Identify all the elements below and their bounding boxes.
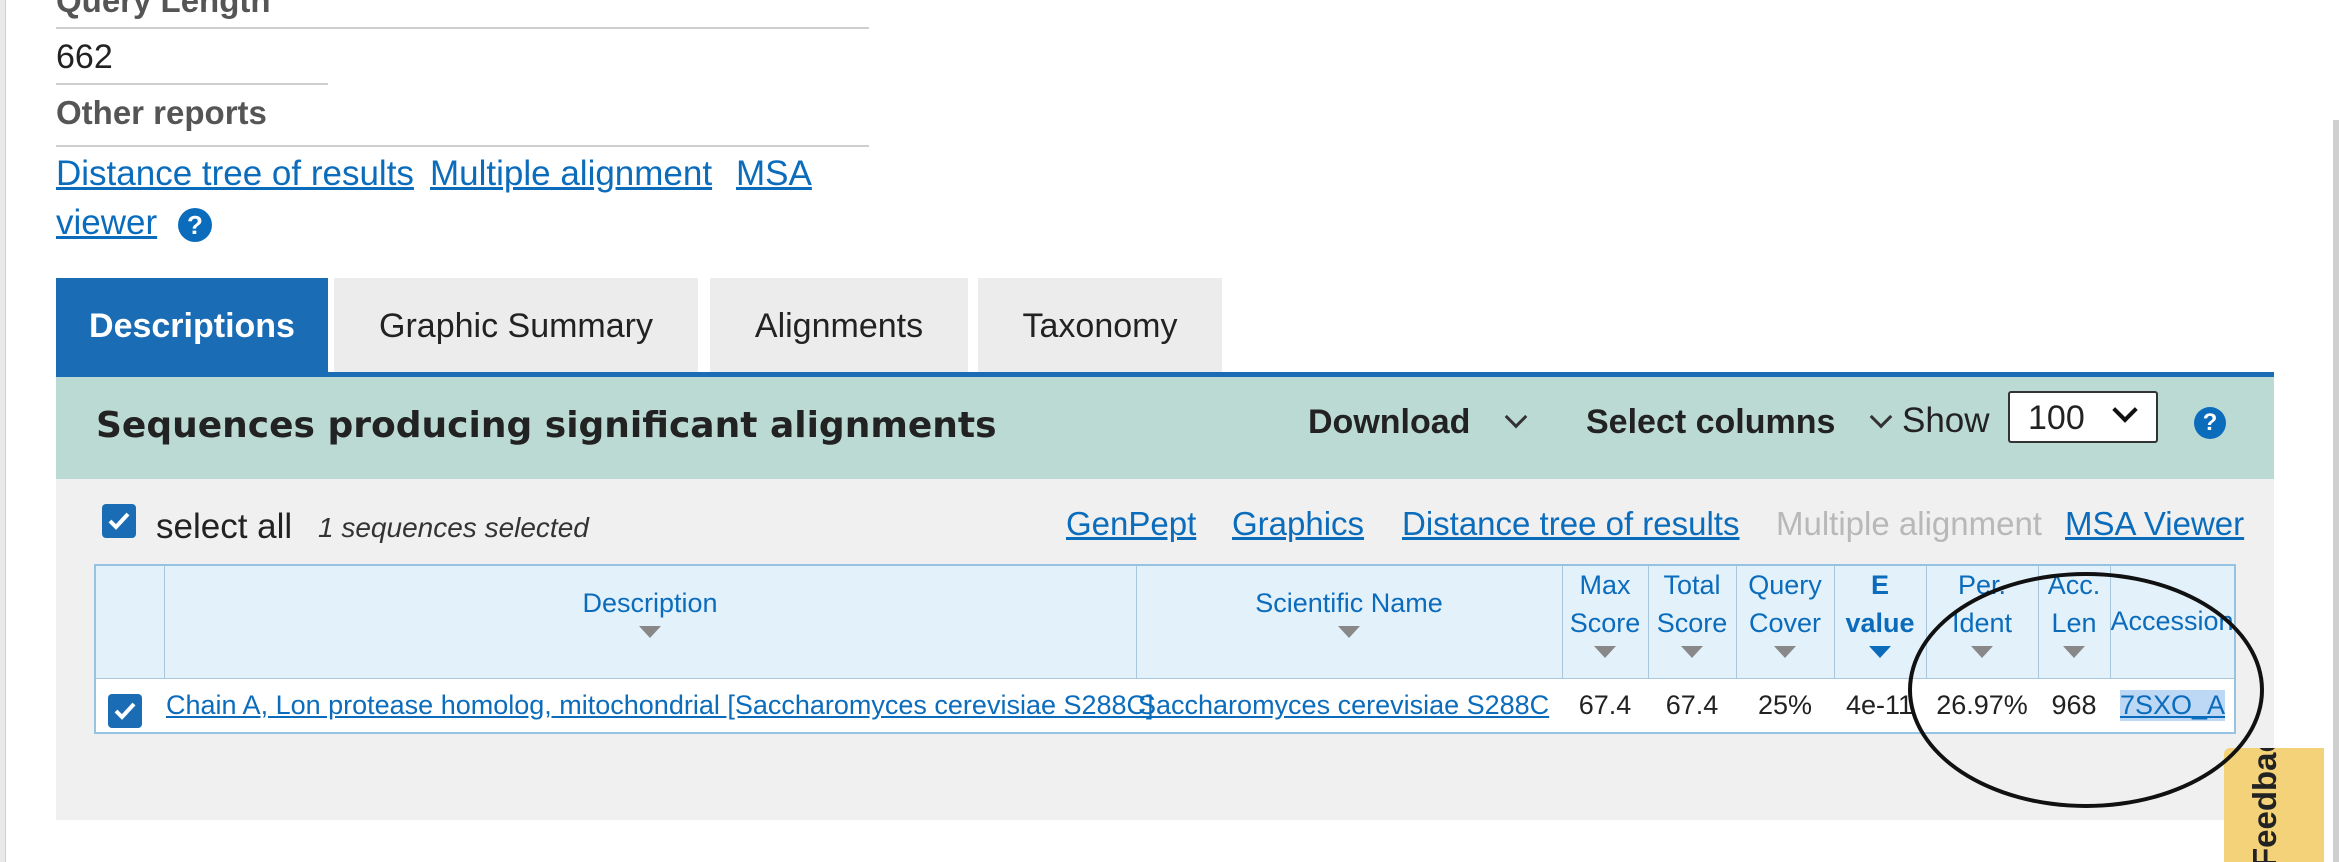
genpept-link[interactable]: GenPept [1066, 505, 1196, 543]
column-header-label: Per. [1957, 570, 2007, 600]
msa-viewer-link[interactable]: MSA [736, 154, 812, 194]
results-title: Sequences producing significant alignmen… [96, 405, 997, 446]
column-header-total-score[interactable]: Total Score [1648, 566, 1736, 678]
sort-caret-icon [1594, 646, 1616, 658]
download-label: Download [1308, 403, 1471, 441]
column-header-label: Score [1656, 608, 1728, 638]
selected-count: 1 sequences selected [318, 512, 589, 543]
query-length-label: Query Length [56, 0, 271, 19]
column-header-label: Max [1579, 570, 1631, 600]
column-header-label: Score [1569, 608, 1641, 638]
chevron-down-icon [2112, 397, 2138, 423]
column-header-query-cover[interactable]: Query Cover [1736, 566, 1834, 678]
results-table: Description Scientific Name Max Score To… [94, 564, 2236, 734]
column-header-scientific-name[interactable]: Scientific Name [1136, 566, 1562, 678]
column-header-e-value[interactable]: E value [1834, 566, 1926, 678]
sort-caret-icon [1774, 646, 1796, 658]
divider [56, 83, 328, 85]
sort-caret-icon [639, 626, 661, 638]
divider [56, 27, 869, 29]
download-menu[interactable]: Download [1308, 403, 1528, 442]
graphics-link[interactable]: Graphics [1232, 505, 1364, 543]
row-description-link[interactable]: Chain A, Lon protease homolog, mitochond… [166, 690, 1154, 721]
row-acc-len: 968 [2051, 690, 2097, 720]
sort-caret-icon [1971, 646, 1993, 658]
chevron-down-icon [1869, 405, 1893, 429]
column-header-label: E [1870, 570, 1889, 600]
select-columns-label: Select columns [1586, 403, 1836, 441]
results-header: Sequences producing significant alignmen… [56, 377, 2274, 479]
chevron-down-icon [1504, 405, 1528, 429]
tab-graphic-summary[interactable]: Graphic Summary [334, 278, 698, 374]
row-query-cover: 25% [1757, 690, 1813, 720]
row-accession-link[interactable]: 7SXO_A [2120, 690, 2226, 721]
multiple-alignment-link[interactable]: Multiple alignment [430, 154, 712, 194]
multiple-alignment-link-disabled: Multiple alignment [1776, 505, 2042, 542]
show-count-select[interactable]: 100 [2008, 391, 2158, 443]
sort-caret-icon [2063, 646, 2085, 658]
column-header-label: Acc. [2047, 570, 2101, 600]
left-window-edge [0, 0, 6, 862]
checkmark-icon [114, 702, 136, 720]
show-count-value: 100 [2028, 399, 2085, 437]
select-all-label: select all [156, 507, 293, 546]
page-scrollbar[interactable] [2333, 120, 2339, 862]
column-header-label: Cover [1748, 608, 1822, 638]
query-length-value: 662 [56, 38, 113, 76]
column-header-label: Scientific Name [1255, 588, 1443, 618]
row-per-ident: 26.97% [1936, 690, 2028, 720]
sort-caret-icon [1338, 626, 1360, 638]
column-header-label: Query [1748, 570, 1822, 600]
column-header-label: Ident [1951, 608, 2013, 638]
sort-caret-icon-active [1869, 646, 1891, 658]
tab-alignments[interactable]: Alignments [710, 278, 968, 374]
column-header-label: Total [1663, 570, 1721, 600]
help-icon[interactable]: ? [178, 208, 212, 242]
show-label: Show [1902, 401, 1990, 440]
select-columns-menu[interactable]: Select columns [1586, 403, 1893, 442]
column-header-label: Description [582, 588, 718, 618]
column-header-max-score[interactable]: Max Score [1562, 566, 1648, 678]
column-header-per-ident[interactable]: Per. Ident [1926, 566, 2038, 678]
row-divider [96, 678, 2234, 679]
column-header-acc-len[interactable]: Acc. Len [2038, 566, 2110, 678]
feedback-label: Feedback [2246, 748, 2283, 862]
distance-tree-link[interactable]: Distance tree of results [56, 154, 414, 194]
tab-taxonomy[interactable]: Taxonomy [978, 278, 1222, 374]
row-max-score: 67.4 [1578, 690, 1632, 720]
feedback-tab[interactable]: Feedback [2224, 748, 2324, 862]
results-panel: Sequences producing significant alignmen… [56, 377, 2274, 820]
column-header-label: Len [2051, 608, 2097, 638]
sort-caret-icon [1681, 646, 1703, 658]
msa-viewer-link-continued[interactable]: viewer [56, 203, 157, 243]
help-icon[interactable]: ? [2194, 407, 2226, 439]
row-total-score: 67.4 [1665, 690, 1719, 720]
row-e-value: 4e-11 [1846, 690, 1914, 720]
distance-tree-link[interactable]: Distance tree of results [1402, 505, 1739, 543]
other-reports-label: Other reports [56, 94, 267, 131]
divider [56, 145, 869, 147]
column-header-label: Accession [2110, 606, 2234, 636]
column-header-description[interactable]: Description [164, 566, 1136, 678]
select-all-checkbox[interactable] [102, 504, 136, 538]
row-checkbox[interactable] [108, 694, 142, 728]
column-header-label: value [1845, 608, 1915, 638]
msa-viewer-link[interactable]: MSA Viewer [2065, 505, 2244, 543]
column-header-accession[interactable]: Accession [2110, 566, 2234, 678]
checkmark-icon [108, 512, 130, 530]
tab-descriptions[interactable]: Descriptions [56, 278, 328, 374]
row-scientific-name-link[interactable]: Saccharomyces cerevisiae S288C [1138, 690, 1549, 721]
